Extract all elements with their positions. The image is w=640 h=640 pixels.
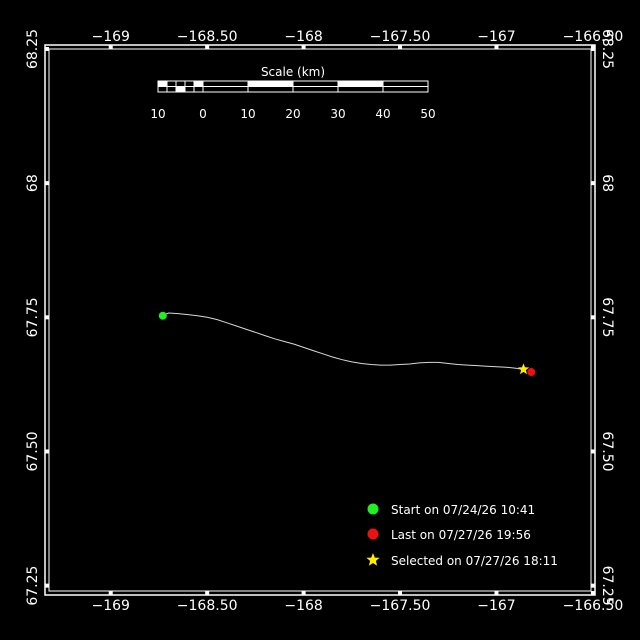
lat-tick-right bbox=[591, 583, 595, 588]
lon-tick-label-bottom: −167.50 bbox=[370, 598, 431, 614]
lon-tick-label-bottom: −168 bbox=[284, 598, 322, 614]
lon-tick-bottom bbox=[590, 591, 595, 595]
scale-tick-label: 20 bbox=[285, 107, 300, 121]
lon-tick-bottom bbox=[301, 591, 306, 595]
lat-tick-left bbox=[45, 47, 49, 51]
legend-start-dot bbox=[367, 503, 379, 515]
lat-tick-label-left: 67.50 bbox=[25, 431, 41, 471]
scale-tick-label: 30 bbox=[330, 107, 345, 121]
lon-tick-bottom bbox=[205, 591, 210, 595]
scale-segment bbox=[248, 81, 293, 87]
lon-tick-top bbox=[205, 45, 210, 49]
legend: Start on 07/24/26 10:41 Last on 07/27/26… bbox=[366, 503, 558, 568]
lon-tick-label-top: −168.50 bbox=[177, 29, 238, 45]
legend-last-dot bbox=[367, 528, 379, 540]
scale-tick-label: 50 bbox=[420, 107, 435, 121]
lat-tick-left bbox=[45, 449, 49, 454]
lon-tick-label-bottom: −167 bbox=[477, 598, 515, 614]
lat-tick-label-right: 67.75 bbox=[599, 297, 615, 337]
scale-tick-label: 10 bbox=[150, 107, 165, 121]
lat-tick-label-right: 68.25 bbox=[599, 29, 615, 69]
legend-last-label: Last on 07/27/26 19:56 bbox=[391, 528, 531, 542]
lat-tick-label-left: 68 bbox=[25, 174, 41, 192]
lon-tick-bottom bbox=[108, 591, 113, 595]
legend-start-label: Start on 07/24/26 10:41 bbox=[391, 503, 535, 517]
lat-tick-label-right: 67.50 bbox=[599, 431, 615, 471]
lon-tick-bottom bbox=[398, 591, 403, 595]
scale-segment bbox=[194, 81, 203, 87]
scale-segment bbox=[338, 81, 383, 87]
lat-tick-label-left: 67.25 bbox=[25, 566, 41, 606]
lat-tick-right bbox=[591, 315, 595, 320]
scale-segment bbox=[158, 81, 167, 87]
lon-tick-label-bottom: −169 bbox=[91, 598, 129, 614]
map-background bbox=[0, 0, 640, 640]
lon-tick-top bbox=[494, 45, 499, 49]
lat-tick-right bbox=[591, 47, 595, 51]
scale-tick-label: 40 bbox=[375, 107, 390, 121]
start-marker[interactable] bbox=[158, 311, 167, 320]
scale-segment bbox=[176, 86, 185, 92]
lat-tick-label-left: 67.75 bbox=[25, 297, 41, 337]
scale-tick-label: 10 bbox=[240, 107, 255, 121]
lat-tick-left bbox=[45, 583, 49, 588]
lat-tick-left bbox=[45, 181, 49, 186]
lat-tick-left bbox=[45, 315, 49, 320]
lat-tick-label-left: 68.25 bbox=[25, 29, 41, 69]
lon-tick-label-bottom: −168.50 bbox=[177, 598, 238, 614]
lon-tick-label-top: −168 bbox=[284, 29, 322, 45]
lon-tick-label-top: −167.50 bbox=[370, 29, 431, 45]
scale-tick-label: 0 bbox=[199, 107, 207, 121]
lon-tick-label-top: −169 bbox=[91, 29, 129, 45]
last-marker[interactable] bbox=[527, 368, 536, 377]
lon-tick-top bbox=[301, 45, 306, 49]
lon-tick-top bbox=[398, 45, 403, 49]
lon-tick-bottom bbox=[494, 591, 499, 595]
map-canvas: −169 −169 −168.50 −168.50 −168 −168 −167.50 −16… bbox=[0, 0, 640, 640]
lat-tick-label-right: 67.25 bbox=[599, 566, 615, 606]
lon-tick-label-top: −167 bbox=[477, 29, 515, 45]
scale-bar-title: Scale (km) bbox=[261, 65, 325, 79]
lon-tick-top bbox=[108, 45, 113, 49]
lat-tick-label-right: 68 bbox=[599, 174, 615, 192]
lat-tick-right bbox=[591, 181, 595, 186]
legend-selected-label: Selected on 07/27/26 18:11 bbox=[391, 554, 558, 568]
lat-tick-right bbox=[591, 449, 595, 454]
